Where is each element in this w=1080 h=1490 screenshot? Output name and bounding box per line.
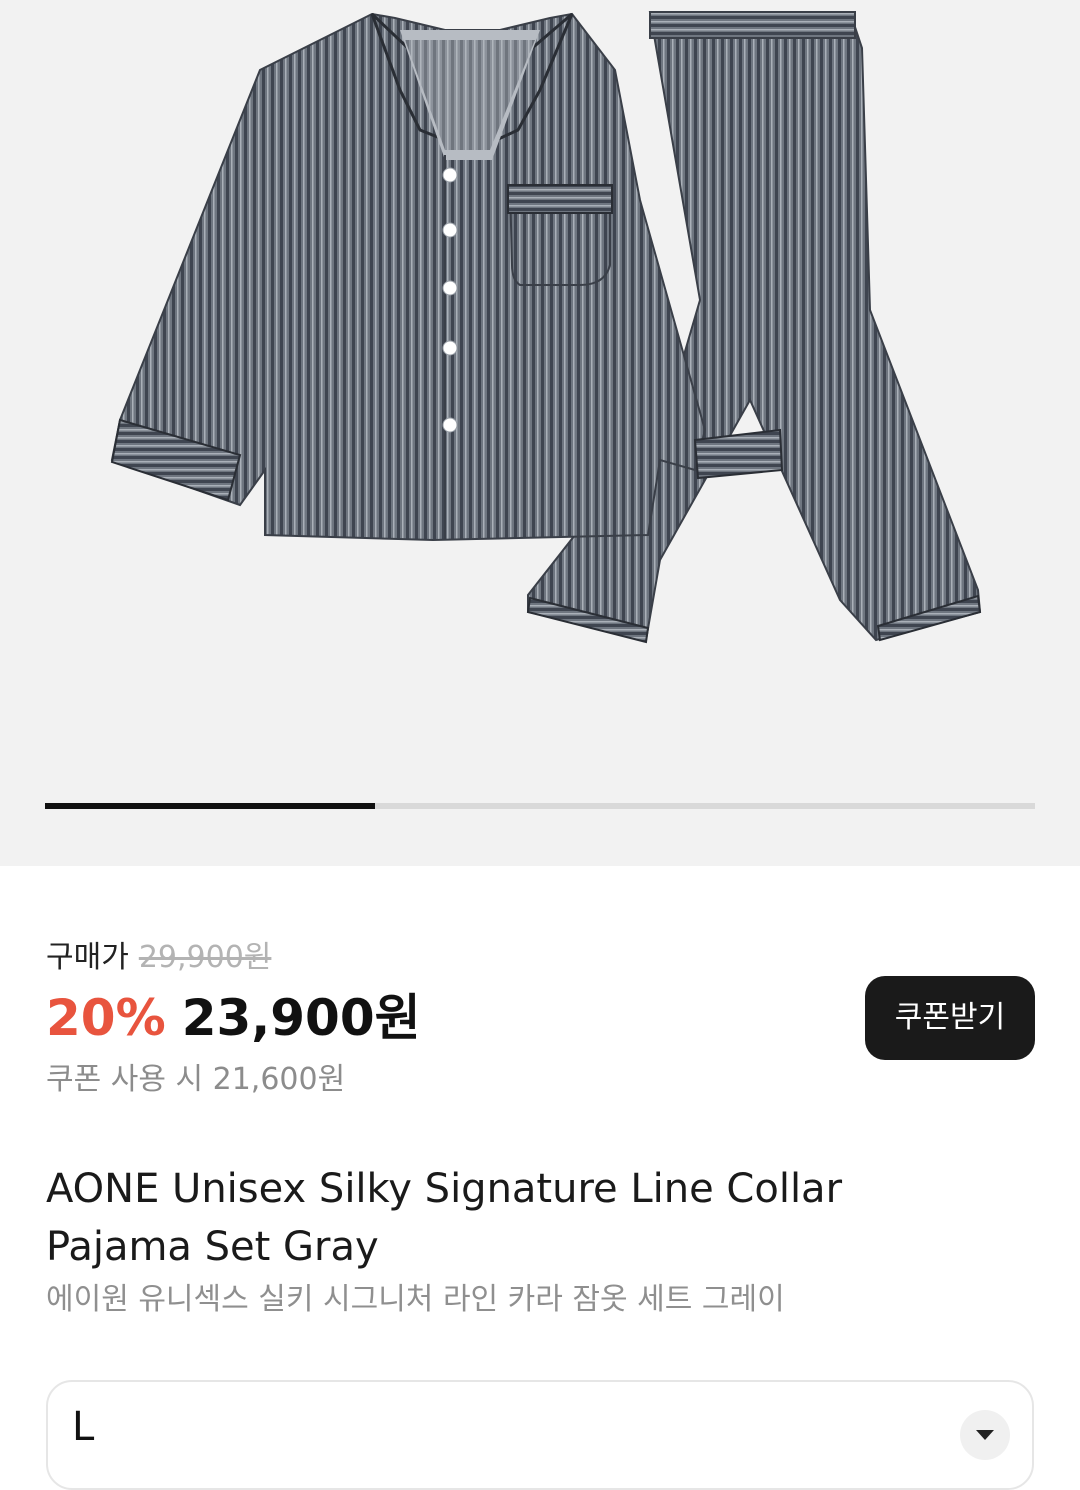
- get-coupon-button[interactable]: 쿠폰받기: [865, 976, 1035, 1060]
- sale-price-row: 20% 23,900원: [46, 988, 421, 1048]
- product-image-gallery[interactable]: [0, 0, 1080, 866]
- option-select[interactable]: L: [46, 1380, 1034, 1490]
- product-title-en: AONE Unisex Silky Signature Line Collar …: [46, 1166, 843, 1270]
- product-info: 구매가 29,900원 20% 23,900원 쿠폰 사용 시 21,600원 …: [0, 866, 1080, 1490]
- price-label: 구매가: [46, 940, 129, 975]
- product-title-ko: 에이원 유니섹스 실키 시그니처 라인 카라 잠옷 세트 그레이: [46, 1282, 785, 1317]
- gallery-progress-track: [45, 803, 1035, 809]
- sale-price: 23,900원: [181, 989, 421, 1047]
- product-image: [110, 10, 982, 644]
- price-label-row: 구매가 29,900원: [46, 938, 271, 978]
- original-price: 29,900원: [138, 940, 272, 975]
- gallery-progress-fill: [45, 803, 375, 809]
- option-selected-value: L: [72, 1404, 95, 1450]
- coupon-price: 쿠폰 사용 시 21,600원: [46, 1062, 346, 1097]
- discount-rate: 20%: [46, 989, 166, 1047]
- chevron-down-icon[interactable]: [960, 1410, 1010, 1460]
